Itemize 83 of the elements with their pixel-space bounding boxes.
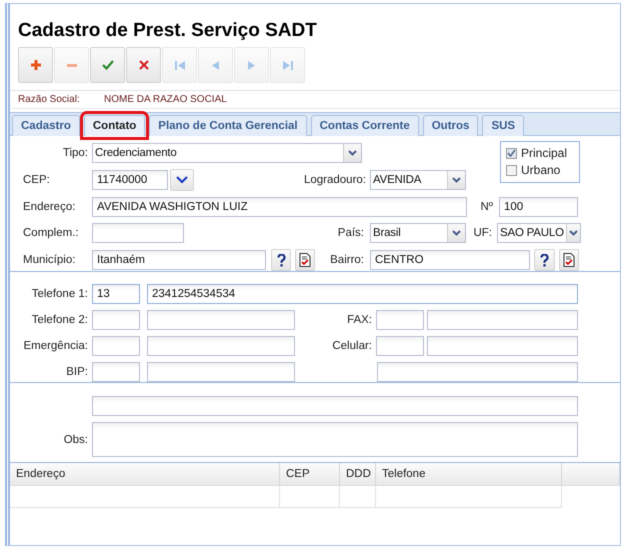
tab[interactable]: Outros	[422, 115, 478, 136]
phone-field[interactable]	[147, 362, 295, 382]
field-label: Emergência:	[22, 340, 89, 352]
obs-field[interactable]	[92, 422, 578, 457]
endereco-field[interactable]: AVENIDA WASHIGTON LUIZ	[92, 197, 467, 217]
column-header: DDD	[340, 463, 376, 485]
question-mark-icon	[540, 254, 549, 266]
field-label: Bairro:	[329, 254, 365, 266]
uf-select[interactable]: SAO PAULO	[497, 223, 581, 243]
column-header: Telefone	[376, 463, 562, 485]
chevron-down-icon	[348, 150, 357, 156]
field-label: Endereço:	[22, 201, 76, 213]
field-label: BIP:	[65, 366, 89, 378]
chevron-down-icon	[452, 230, 461, 236]
field-label: Complem.:	[22, 227, 80, 239]
phone-field[interactable]	[427, 310, 578, 330]
first-icon	[174, 60, 184, 70]
question-mark-icon	[276, 254, 286, 266]
phone-field[interactable]	[147, 310, 295, 330]
checked-document-icon	[563, 253, 575, 267]
logradouro-select[interactable]: AVENIDA	[370, 170, 466, 190]
field-label: Razão Social:	[18, 94, 81, 105]
previous-icon	[212, 60, 219, 70]
field-label: Logradouro:	[302, 174, 367, 186]
last-icon	[282, 60, 292, 70]
help-button[interactable]	[271, 249, 291, 271]
phone-field[interactable]	[427, 336, 578, 356]
close-icon	[138, 60, 148, 70]
confirm-button[interactable]	[90, 47, 125, 83]
tab[interactable]: SUS	[482, 115, 524, 136]
dropdown-button[interactable]	[170, 169, 194, 191]
checkbox-label: Urbano	[521, 163, 560, 177]
phone-field[interactable]	[147, 336, 295, 356]
field-label: Telefone 2:	[30, 314, 89, 326]
chevron-down-icon	[452, 177, 461, 183]
municipio-field[interactable]: Itanhaém	[92, 250, 266, 270]
document-button[interactable]	[559, 249, 579, 271]
complemento-field[interactable]	[92, 223, 184, 243]
field-label: Tipo:	[62, 147, 89, 159]
help-button[interactable]	[534, 249, 555, 271]
bairro-field[interactable]: CENTRO	[370, 250, 530, 270]
cancel-button[interactable]	[126, 47, 161, 83]
field-label: Obs:	[62, 434, 89, 446]
checkbox[interactable]	[506, 148, 517, 158]
phone-field[interactable]: 2341254534534	[147, 284, 578, 304]
text-field[interactable]	[92, 396, 578, 416]
area-code-field[interactable]	[92, 336, 140, 356]
field-label: Município:	[22, 254, 76, 266]
field-label: Celular:	[331, 340, 373, 352]
field-label: UF:	[472, 227, 493, 239]
page-title: Cadastro de Prest. Serviço SADT	[18, 20, 318, 42]
column-header: Endereço	[10, 463, 280, 485]
field-label: Nº	[479, 201, 494, 213]
numero-field[interactable]: 100	[499, 197, 578, 217]
checkbox[interactable]	[506, 164, 517, 176]
checkbox-label: Principal	[521, 146, 568, 160]
column-header: CEP	[280, 463, 340, 485]
field-label: FAX:	[346, 314, 373, 326]
checked-document-icon	[299, 253, 311, 267]
area-code-field[interactable]	[376, 336, 424, 356]
document-button[interactable]	[295, 249, 315, 271]
field-label: Telefone 1:	[30, 288, 89, 300]
area-code-field[interactable]	[92, 310, 140, 330]
tab[interactable]: Plano de Conta Gerencial	[149, 115, 307, 136]
field-label: CEP:	[22, 174, 51, 186]
cep-field[interactable]: 11740000	[92, 170, 168, 190]
field-label: País:	[336, 227, 365, 239]
check-icon	[102, 60, 114, 70]
tab[interactable]: Cadastro	[12, 115, 80, 136]
field-value: NOME DA RAZAO SOCIAL	[104, 94, 227, 105]
chevron-down-icon	[176, 176, 188, 184]
tab[interactable]: Contas Corrente	[310, 115, 419, 136]
add-button[interactable]	[18, 47, 53, 83]
pais-select[interactable]: Brasil	[370, 223, 466, 243]
area-code-field[interactable]: 13	[92, 284, 140, 304]
next-icon	[248, 60, 255, 70]
minus-icon	[66, 64, 76, 66]
phone-field[interactable]	[377, 362, 578, 382]
area-code-field[interactable]	[92, 362, 140, 382]
chevron-down-icon	[568, 230, 578, 236]
tipo-select[interactable]: Credenciamento	[92, 143, 362, 163]
area-code-field[interactable]	[376, 310, 424, 330]
plus-icon	[30, 60, 40, 70]
